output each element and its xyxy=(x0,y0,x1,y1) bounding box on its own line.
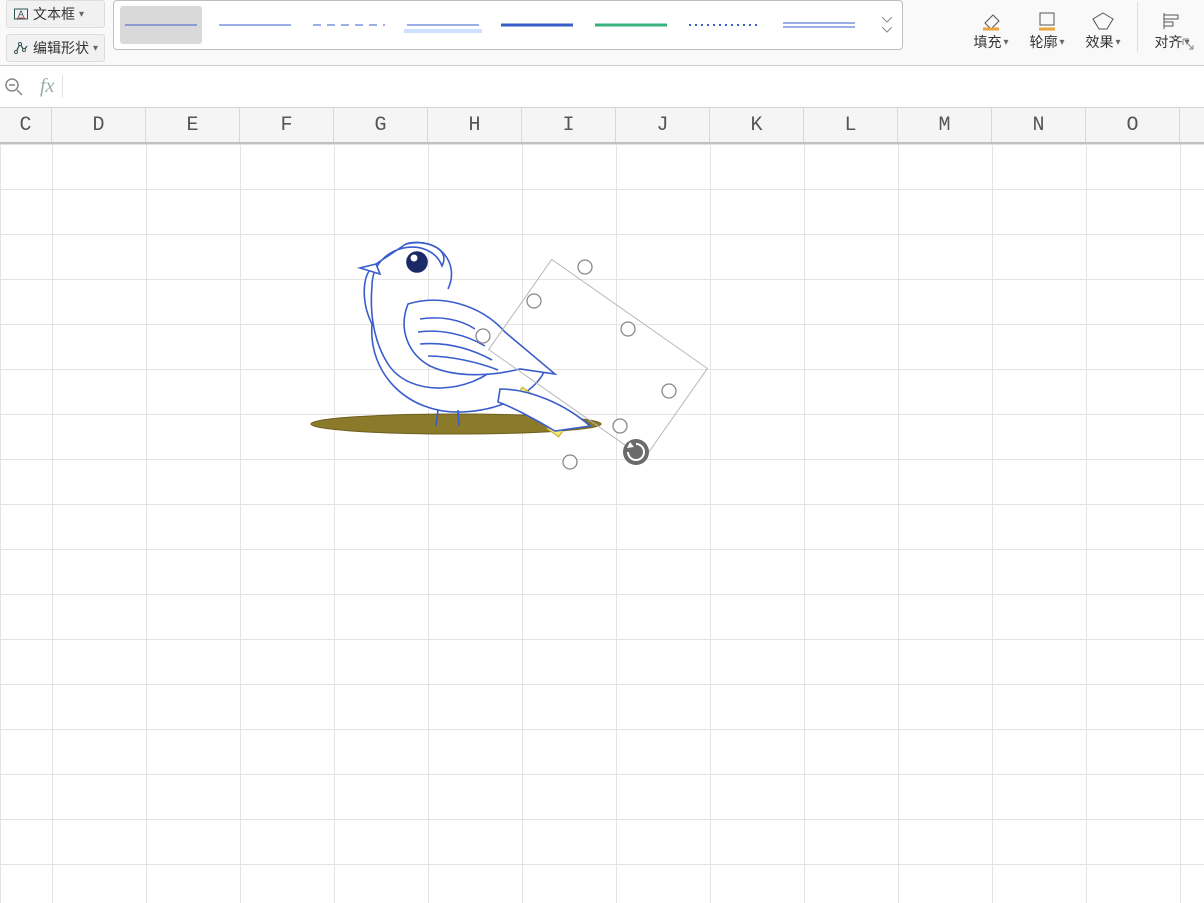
column-header[interactable]: F xyxy=(240,108,334,142)
outline-label: 轮廓 xyxy=(1029,32,1057,52)
line-style-swatch[interactable] xyxy=(308,6,390,44)
spreadsheet-grid[interactable] xyxy=(0,144,1204,903)
formula-bar: fx xyxy=(0,66,1204,108)
outline-button[interactable]: 轮廓▾ xyxy=(1021,0,1073,54)
line-style-swatch[interactable] xyxy=(590,6,672,44)
column-header[interactable]: H xyxy=(428,108,522,142)
grid-background xyxy=(0,144,1204,903)
column-header[interactable]: C xyxy=(0,108,52,142)
fill-icon xyxy=(978,10,1004,32)
line-style-swatch[interactable] xyxy=(496,6,578,44)
zoom-out-icon[interactable] xyxy=(4,77,24,97)
chevron-down-icon: ▾ xyxy=(1059,37,1064,48)
fill-button[interactable]: 填充▾ xyxy=(965,0,1017,54)
chevron-down-icon: ▾ xyxy=(79,9,84,20)
ribbon-right-group: 填充▾ 轮廓▾ 效果▾ 对齐▾ xyxy=(965,0,1198,54)
ribbon-left-group: A 文本框 ▾ 编辑形状 ▾ xyxy=(6,0,105,62)
fx-label[interactable]: fx xyxy=(32,75,63,98)
effect-button[interactable]: 效果▾ xyxy=(1077,0,1129,54)
textbox-icon: A xyxy=(13,6,29,22)
column-header[interactable]: O xyxy=(1086,108,1180,142)
textbox-label: 文本框 xyxy=(33,4,75,24)
gallery-more-button[interactable] xyxy=(878,17,896,33)
line-style-swatch[interactable] xyxy=(402,6,484,44)
line-style-swatch[interactable] xyxy=(214,6,296,44)
chevron-down-icon: ▾ xyxy=(1003,37,1008,48)
align-label: 对齐 xyxy=(1154,32,1182,52)
column-header[interactable]: I xyxy=(522,108,616,142)
formula-input[interactable] xyxy=(71,66,1200,107)
edit-shape-button[interactable]: 编辑形状 ▾ xyxy=(6,34,105,62)
textbox-button[interactable]: A 文本框 ▾ xyxy=(6,0,105,28)
column-header[interactable]: D xyxy=(52,108,146,142)
outline-icon xyxy=(1034,10,1060,32)
effect-icon xyxy=(1090,10,1116,32)
line-style-swatch[interactable] xyxy=(684,6,766,44)
dialog-launcher-icon[interactable] xyxy=(1182,38,1194,50)
column-header[interactable]: K xyxy=(710,108,804,142)
fill-label: 填充 xyxy=(973,32,1001,52)
column-header[interactable]: N xyxy=(992,108,1086,142)
line-style-swatch[interactable] xyxy=(778,6,860,44)
edit-shape-label: 编辑形状 xyxy=(33,38,89,58)
column-header[interactable]: J xyxy=(616,108,710,142)
column-header[interactable]: L xyxy=(804,108,898,142)
line-style-gallery xyxy=(113,0,903,50)
column-headers: CDEFGHIJKLMNO xyxy=(0,108,1204,144)
chevron-down-icon: ▾ xyxy=(93,43,98,54)
line-style-swatch[interactable] xyxy=(120,6,202,44)
column-header[interactable]: M xyxy=(898,108,992,142)
effect-label: 效果 xyxy=(1085,32,1113,52)
separator xyxy=(1137,2,1138,52)
align-icon xyxy=(1159,10,1185,32)
column-header[interactable]: E xyxy=(146,108,240,142)
ribbon-toolbar: A 文本框 ▾ 编辑形状 ▾ 填充▾ xyxy=(0,0,1204,66)
chevron-down-icon: ▾ xyxy=(1115,37,1120,48)
edit-shape-icon xyxy=(13,40,29,56)
column-header[interactable]: G xyxy=(334,108,428,142)
